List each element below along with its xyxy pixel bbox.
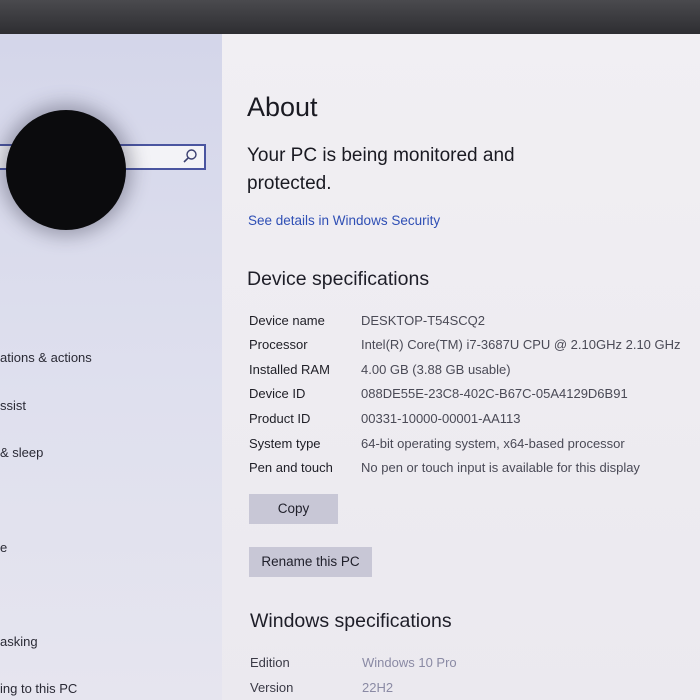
spec-label: Pen and touch xyxy=(249,460,333,475)
spec-value[interactable]: 22H2 xyxy=(362,680,393,695)
spec-label: Processor xyxy=(249,337,308,352)
spec-label: Product ID xyxy=(249,411,311,426)
copy-button[interactable]: Copy xyxy=(249,494,338,524)
spec-value[interactable]: 4.00 GB (3.88 GB usable) xyxy=(361,362,511,377)
spec-label: Device ID xyxy=(249,386,306,401)
settings-window: ations & actions ssist & sleep e asking … xyxy=(0,34,700,700)
spec-label: Edition xyxy=(250,655,290,670)
spec-label: Version xyxy=(250,680,294,695)
sidebar-item-projecting[interactable]: ing to this PC xyxy=(0,681,77,696)
windows-security-link[interactable]: See details in Windows Security xyxy=(248,213,440,228)
spec-label: System type xyxy=(249,436,321,451)
device-specs-heading: Device specifications xyxy=(247,268,430,290)
spec-label: Installed RAM xyxy=(249,362,330,377)
spec-value[interactable]: Intel(R) Core(TM) i7-3687U CPU @ 2.10GHz… xyxy=(361,337,681,352)
sidebar-item-storage[interactable]: e xyxy=(0,540,7,555)
sidebar-item-focus-assist[interactable]: ssist xyxy=(0,398,26,413)
monitor-bezel xyxy=(0,0,700,36)
spec-value[interactable]: 64-bit operating system, x64-based proce… xyxy=(361,436,625,451)
sidebar-item-notifications[interactable]: ations & actions xyxy=(0,350,92,365)
rename-pc-button[interactable]: Rename this PC xyxy=(249,547,372,577)
spec-value[interactable]: No pen or touch input is available for t… xyxy=(361,460,640,475)
spec-value[interactable]: 088DE55E-23C8-402C-B67C-05A4129D6B91 xyxy=(361,386,628,401)
spec-value[interactable]: DESKTOP-T54SCQ2 xyxy=(361,313,485,328)
sidebar: ations & actions ssist & sleep e asking … xyxy=(0,34,222,700)
search-icon[interactable] xyxy=(182,148,198,164)
security-status-heading: Your PC is being monitored and protected… xyxy=(247,145,515,194)
windows-specs-heading: Windows specifications xyxy=(250,610,452,632)
spec-value[interactable]: 00331-10000-00001-AA113 xyxy=(361,411,521,426)
sidebar-item-power-sleep[interactable]: & sleep xyxy=(0,445,43,460)
page-title: About xyxy=(247,92,318,122)
spec-value[interactable]: Windows 10 Pro xyxy=(362,655,457,670)
sidebar-item-multitasking[interactable]: asking xyxy=(0,634,38,649)
avatar xyxy=(6,110,126,230)
spec-label: Device name xyxy=(249,313,325,328)
main-content: About Your PC is being monitored and pro… xyxy=(222,34,700,700)
